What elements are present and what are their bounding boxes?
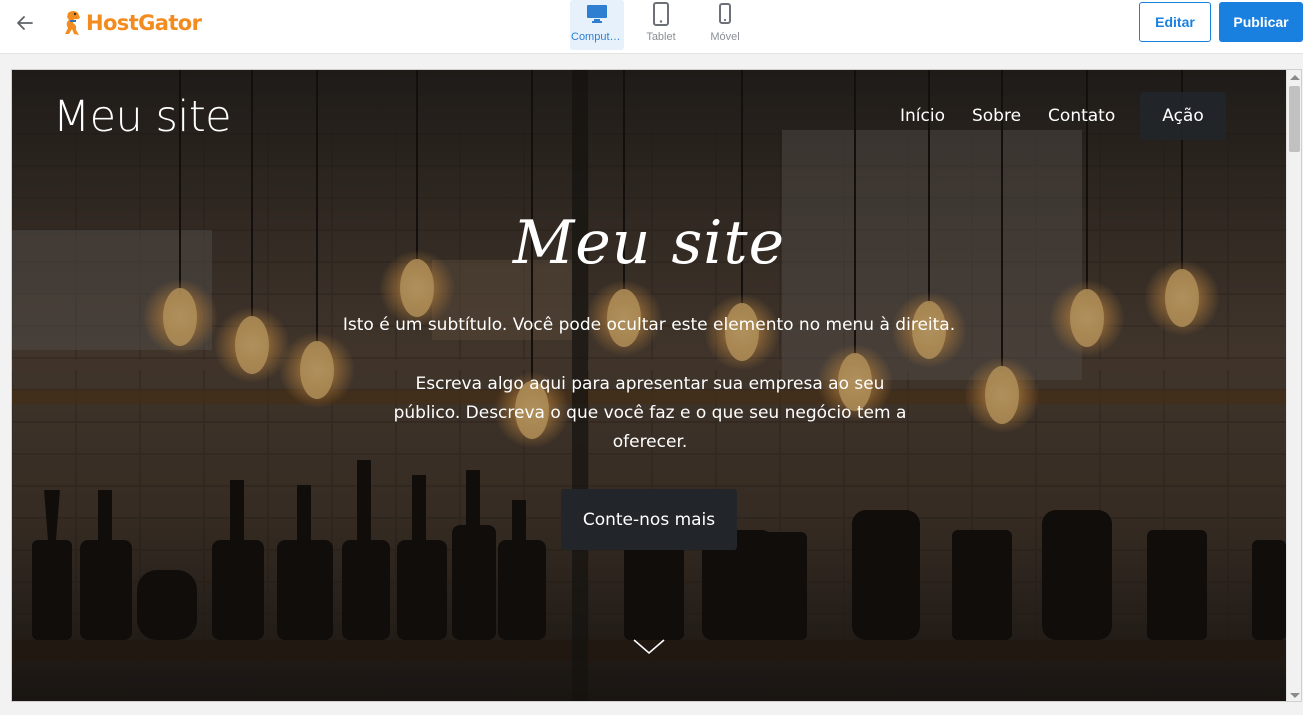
nav-item-contato[interactable]: Contato — [1048, 106, 1115, 126]
hero-cta-button[interactable]: Conte-nos mais — [561, 489, 737, 550]
device-tablet-label: Tablet — [646, 31, 676, 43]
hero-title: Meu site — [512, 208, 786, 278]
scroll-down-arrow-icon[interactable] — [1290, 693, 1300, 698]
site-nav: Início Sobre Contato — [900, 106, 1115, 126]
chevron-down-icon[interactable] — [632, 638, 666, 656]
device-tablet-button[interactable]: Tablet — [634, 0, 688, 50]
site-logo-title[interactable]: Meu site — [53, 92, 232, 142]
device-mobile-label: Móvel — [710, 31, 740, 43]
device-mobile-button[interactable]: Móvel — [698, 0, 752, 50]
edit-button[interactable]: Editar — [1139, 2, 1211, 42]
hostgator-logo: HostGator — [62, 8, 202, 38]
scroll-thumb[interactable] — [1289, 86, 1300, 152]
device-desktop-button[interactable]: Computador — [570, 0, 624, 50]
nav-item-inicio[interactable]: Início — [900, 106, 945, 126]
preview-scrollbar[interactable] — [1286, 70, 1301, 701]
hero-section: Meu site Início Sobre Contato Ação Meu s… — [12, 70, 1286, 701]
hero-description: Escreva algo aqui para apresentar sua em… — [393, 374, 907, 452]
tablet-icon — [653, 2, 669, 26]
publish-button[interactable]: Publicar — [1219, 2, 1303, 42]
hero-subtitle: Isto é um subtítulo. Você pode ocultar e… — [342, 315, 956, 335]
nav-item-sobre[interactable]: Sobre — [972, 106, 1021, 126]
device-desktop-label: Computador — [571, 31, 623, 43]
brand-name: HostGator — [86, 11, 202, 35]
gator-mascot-icon — [65, 11, 80, 35]
desktop-icon — [587, 5, 607, 23]
mobile-icon — [719, 3, 731, 24]
site-preview-frame: Meu site Início Sobre Contato Ação Meu s… — [11, 69, 1302, 702]
nav-action-button[interactable]: Ação — [1140, 92, 1226, 140]
back-arrow-icon[interactable] — [12, 10, 38, 36]
editor-toolbar: HostGator Computador Tablet Móvel Editar… — [0, 0, 1303, 54]
scroll-up-arrow-icon[interactable] — [1290, 75, 1300, 80]
device-switcher: Computador Tablet Móvel — [570, 0, 752, 50]
